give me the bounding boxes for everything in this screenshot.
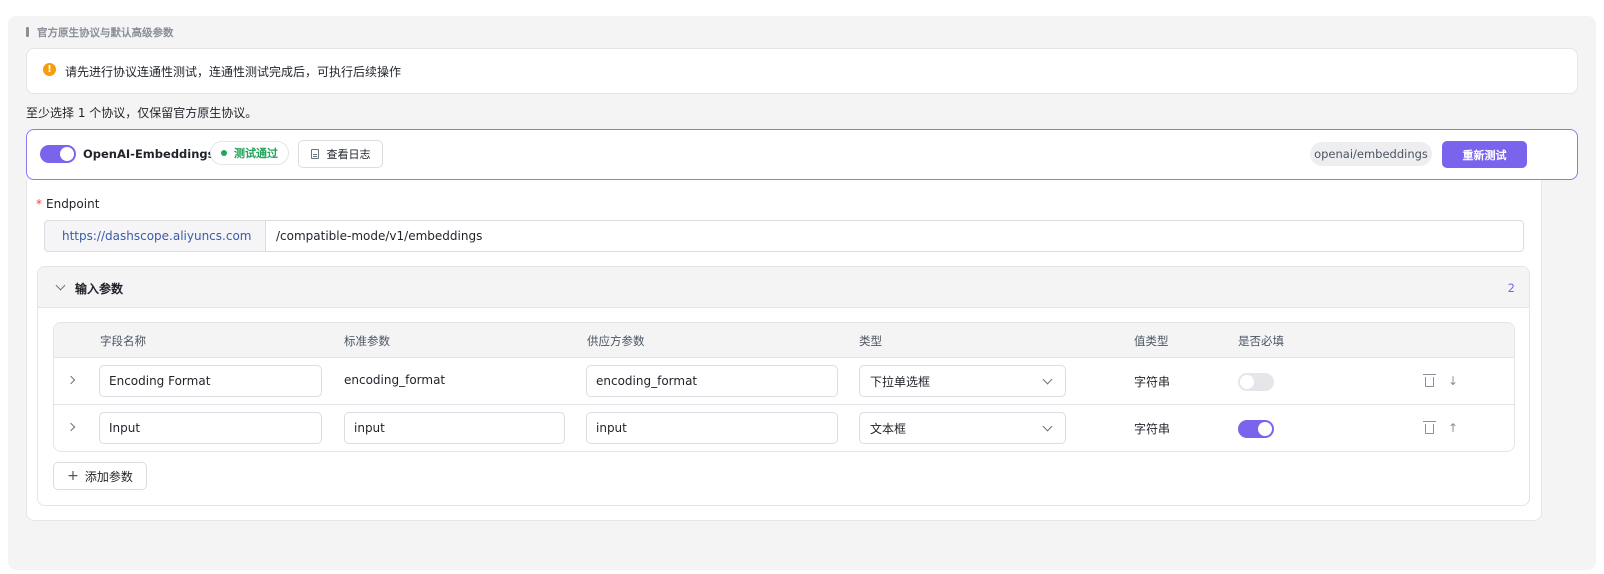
section-bar-icon bbox=[26, 27, 29, 37]
standard-param: encoding_format bbox=[344, 373, 446, 387]
value-type: 字符串 bbox=[1134, 422, 1171, 436]
section-title-text: 官方原生协议与默认高级参数 bbox=[37, 26, 174, 39]
vendor-param-input[interactable]: input bbox=[586, 412, 838, 444]
move-up-icon[interactable]: ↑ bbox=[1448, 422, 1458, 434]
chevron-down-icon bbox=[1042, 421, 1053, 432]
protocol-path-chip: openai/embeddings bbox=[1310, 142, 1432, 166]
status-dot-icon bbox=[221, 150, 227, 156]
chevron-down-icon bbox=[1042, 374, 1053, 385]
vendor-param-input[interactable]: encoding_format bbox=[586, 365, 838, 397]
column-header: 标准参数 bbox=[344, 334, 390, 348]
required-toggle[interactable] bbox=[1238, 420, 1274, 438]
toggle-knob bbox=[1258, 422, 1272, 436]
add-param-button[interactable]: + 添加参数 bbox=[53, 462, 147, 490]
input-params-header[interactable]: 输入参数 2 bbox=[38, 267, 1529, 308]
protocol-hint: 至少选择 1 个协议，仅保留官方原生协议。 bbox=[26, 106, 258, 120]
delete-icon[interactable] bbox=[1423, 421, 1436, 434]
protocol-toggle[interactable] bbox=[40, 145, 76, 163]
status-badge: 测试通过 bbox=[210, 141, 289, 165]
column-header: 值类型 bbox=[1134, 334, 1169, 348]
type-select[interactable]: 下拉单选框 bbox=[859, 365, 1066, 397]
value-type: 字符串 bbox=[1134, 375, 1171, 389]
toggle-knob bbox=[60, 147, 74, 161]
protocol-name: OpenAI-Embeddings bbox=[83, 147, 215, 161]
column-header: 是否必填 bbox=[1238, 334, 1284, 348]
endpoint-path-input[interactable]: /compatible-mode/v1/embeddings bbox=[266, 221, 1523, 251]
chevron-right-icon[interactable] bbox=[66, 422, 76, 432]
document-icon bbox=[310, 149, 319, 159]
column-header: 类型 bbox=[859, 334, 882, 348]
endpoint-label-text: Endpoint bbox=[46, 197, 100, 211]
input-params-count: 2 bbox=[1507, 281, 1515, 295]
status-text: 测试通过 bbox=[234, 147, 278, 160]
chevron-down-icon[interactable] bbox=[55, 280, 66, 291]
type-select-value: 下拉单选框 bbox=[870, 374, 931, 389]
column-header: 字段名称 bbox=[100, 334, 146, 348]
toggle-knob bbox=[1240, 375, 1254, 389]
warning-icon: ! bbox=[43, 63, 56, 76]
delete-icon[interactable] bbox=[1423, 374, 1436, 387]
chevron-right-icon[interactable] bbox=[66, 375, 76, 385]
type-select-value: 文本框 bbox=[870, 421, 907, 436]
endpoint-label: * Endpoint bbox=[36, 197, 99, 211]
retest-button[interactable]: 重新测试 bbox=[1442, 141, 1527, 168]
endpoint-field: https://dashscope.aliyuncs.com /compatib… bbox=[44, 220, 1524, 252]
input-params-title: 输入参数 bbox=[75, 282, 124, 296]
field-name-input[interactable]: Input bbox=[99, 412, 322, 444]
table-row: Encoding Format encoding_format encoding… bbox=[54, 358, 1514, 405]
add-param-label: 添加参数 bbox=[84, 469, 133, 484]
table-row: Input input input 文本框 字符串 ↑ bbox=[54, 405, 1514, 451]
required-mark: * bbox=[36, 197, 42, 211]
view-log-button[interactable]: 查看日志 bbox=[298, 140, 383, 168]
required-toggle[interactable] bbox=[1238, 373, 1274, 391]
type-select[interactable]: 文本框 bbox=[859, 412, 1066, 444]
field-name-input[interactable]: Encoding Format bbox=[99, 365, 322, 397]
alert-text: 请先进行协议连通性测试，连通性测试完成后，可执行后续操作 bbox=[65, 64, 402, 79]
view-log-label: 查看日志 bbox=[326, 148, 371, 161]
table-header: 字段名称 标准参数 供应方参数 类型 值类型 是否必填 bbox=[54, 323, 1514, 358]
endpoint-base-url: https://dashscope.aliyuncs.com bbox=[45, 221, 266, 251]
column-header: 供应方参数 bbox=[587, 334, 645, 348]
move-down-icon[interactable]: ↓ bbox=[1448, 375, 1458, 387]
standard-param-input[interactable]: input bbox=[344, 412, 565, 444]
section-title: 官方原生协议与默认高级参数 bbox=[26, 25, 174, 39]
plus-icon: + bbox=[67, 468, 79, 484]
params-table: 字段名称 标准参数 供应方参数 类型 值类型 是否必填 Encoding For… bbox=[53, 322, 1515, 452]
warning-alert: ! 请先进行协议连通性测试，连通性测试完成后，可执行后续操作 bbox=[26, 48, 1578, 94]
